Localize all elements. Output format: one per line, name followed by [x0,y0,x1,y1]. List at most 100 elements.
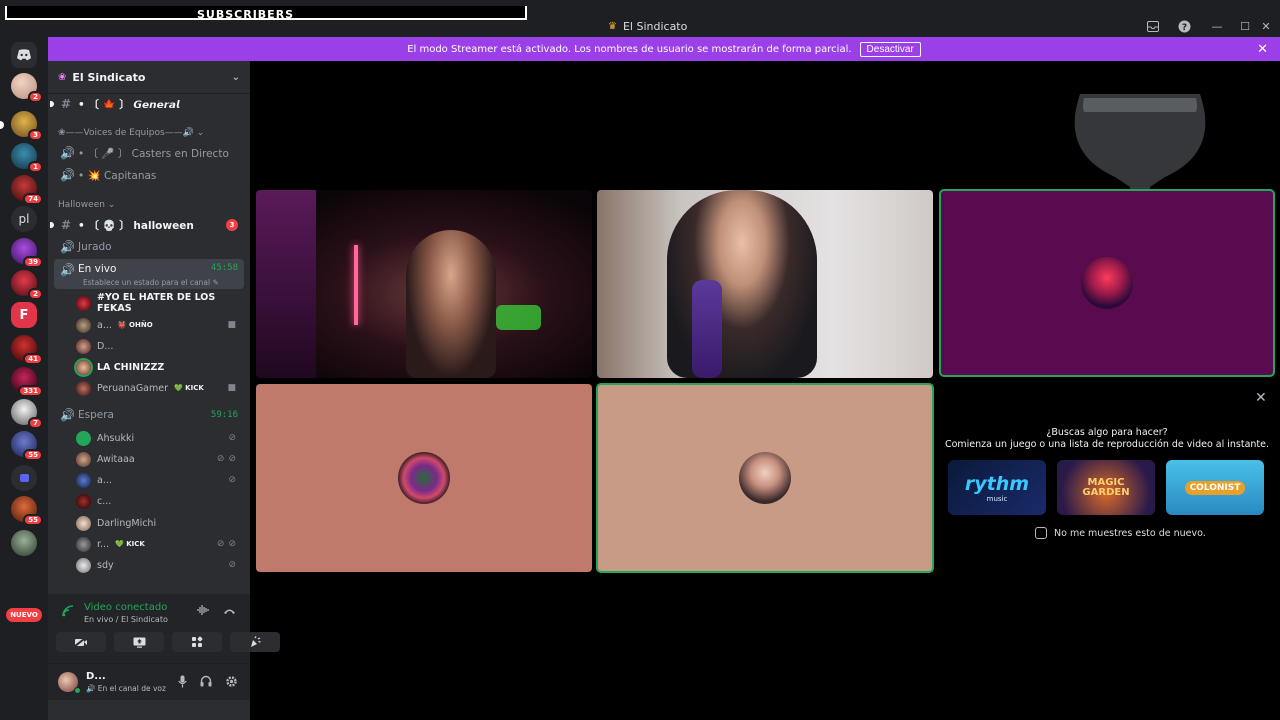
server-icon[interactable]: 74 [11,175,43,205]
video-tile[interactable] [256,384,592,572]
category-halloween[interactable]: Halloween ⌄ [58,200,115,210]
voice-channel-icon: 🔊 [60,168,75,182]
dont-show-again-checkbox[interactable]: No me muestres esto de nuevo. [1035,527,1206,539]
muted-mic-icon: ⊘ [228,433,236,443]
channel-capitanas[interactable]: 🔊 • 💥 Capitanas [54,165,244,185]
muted-mic-icon: ⊘ [228,475,236,485]
avatar [76,380,91,396]
video-tile[interactable] [597,190,933,378]
camera-off-button[interactable] [56,632,106,652]
help-icon[interactable]: ? [1176,18,1192,34]
voice-user[interactable]: c... [76,491,244,511]
folder-icon[interactable] [11,465,37,491]
settings-gear-icon[interactable] [225,675,238,691]
disable-streamer-mode-button[interactable]: Desactivar [859,41,921,57]
streamer-mode-message: El modo Streamer está activado. Los nomb… [407,43,852,55]
server-icon[interactable]: 41 [11,335,43,365]
new-badge[interactable]: NUEVO [6,608,42,622]
close-icon[interactable]: ✕ [1255,390,1267,406]
muted-mic-icon: ⊘ [216,539,225,549]
voice-user[interactable]: DarlingMichi [76,513,244,533]
channel-casters[interactable]: 🔊 • 〔 🎤 〕 Casters en Directo [54,143,244,163]
screen-share-button[interactable] [114,632,164,652]
server-icon[interactable]: 3 [0,111,43,141]
voice-user[interactable]: a... 👹 OHÑO ■ [76,315,244,335]
voice-user[interactable]: LA CHINIZZZ [76,357,244,377]
avatar [76,515,91,531]
server-icon[interactable]: 39 [11,238,43,268]
voice-user[interactable]: PeruanaGamer 💚 KICK ■ [76,378,244,398]
server-icon[interactable]: 2 [11,270,43,300]
video-tile[interactable] [596,383,934,573]
server-icon[interactable]: 55 [11,496,43,526]
activity-card-colonist[interactable]: COLONIST [1166,460,1264,515]
voice-status-title[interactable]: Video conectado [84,602,167,613]
signal-icon[interactable] [62,605,74,620]
server-icon[interactable]: 2 [11,73,43,103]
participant-avatar [1081,257,1133,309]
discord-home-icon[interactable] [11,42,37,68]
chevron-down-icon: ⌄ [231,71,240,83]
video-tile[interactable] [939,189,1275,377]
channel-general[interactable]: # • 〔 🍁 〕 𝙂𝙚𝙣𝙚𝙧𝙖𝙡 [50,94,244,114]
channel-status[interactable]: Establece un estado para el canal ✎ [83,278,219,287]
category-voices[interactable]: ❀——Voices de Equipos——🔊 ⌄ [58,128,204,138]
username[interactable]: D... [86,671,106,682]
video-tile[interactable] [256,190,592,378]
guild-header[interactable]: ❀ El Sindicato ⌄ [48,61,250,94]
channel-timer: 45:58 [210,263,238,273]
server-icon[interactable]: 55 [11,431,43,461]
server-icon[interactable]: 7 [11,399,43,429]
crown-icon: ♛ [608,21,617,32]
muted-mic-icon: ⊘ [216,454,225,464]
channel-en-vivo[interactable]: 🔊 En vivo 45:58 Establece un estado para… [54,259,244,289]
minimize-icon[interactable]: — [1209,18,1225,34]
participant-video [667,190,817,378]
neon-light [354,245,358,325]
text-channel-icon: # [60,97,72,111]
close-banner-icon[interactable]: ✕ [1257,42,1268,57]
server-icon[interactable]: 331 [11,367,43,397]
folder-glyph [19,474,29,482]
maximize-icon[interactable]: ☐ [1237,18,1253,34]
channel-halloween[interactable]: # • 〔 💀 〕 halloween 3 [50,215,244,235]
voice-status-subtitle[interactable]: En vivo / El Sindicato [84,615,168,624]
checkbox-icon[interactable] [1035,527,1047,539]
voice-user[interactable]: Awitaaa ⊘ ⊘ [76,449,244,469]
voice-channel-icon: 🔊 [60,408,75,422]
server-icon[interactable]: 1 [11,143,43,173]
server-icon[interactable] [11,530,37,556]
activity-card-magic-garden[interactable]: MAGIC GARDEN [1057,460,1155,515]
guild-boost-icon: ❀ [58,71,67,83]
channel-timer: 59:16 [210,410,238,420]
mention-badge: 3 [226,219,238,231]
inbox-icon[interactable] [1145,18,1161,34]
channel-jurado[interactable]: 🔊 Jurado [54,237,244,257]
noise-suppression-icon[interactable] [197,605,209,618]
avatar [76,557,91,573]
channel-espera[interactable]: 🔊 Espera 59:16 [54,405,244,425]
deafened-icon: ⊘ [228,454,236,464]
server-icon[interactable]: pl [11,206,37,232]
voice-user[interactable]: D... [76,336,244,356]
voice-user[interactable]: sdy ⊘ [76,555,244,575]
voice-user[interactable]: #YO EL HATER DE LOS FEKAS [76,292,244,314]
microphone-icon[interactable] [178,675,187,691]
svg-text:?: ? [1181,23,1186,33]
close-window-icon[interactable]: ✕ [1258,18,1274,34]
user-panel: D... 🔊 En el canal de voz [48,664,250,700]
soundboard-button[interactable] [230,632,280,652]
activities-button[interactable] [172,632,222,652]
disconnect-icon[interactable] [223,605,236,618]
voice-user[interactable]: Ahsukki ⊘ [76,428,244,448]
selected-indicator [0,121,4,129]
voice-user[interactable]: a... ⊘ [76,470,244,490]
text-channel-icon: # [60,218,72,232]
voice-user[interactable]: r... 💚 KICK ⊘ ⊘ [76,534,244,554]
activity-card-rythm[interactable]: rythm music [948,460,1046,515]
headphones-icon[interactable] [200,675,212,691]
server-icon[interactable]: F [11,302,37,328]
video-camera-icon: ■ [227,383,236,393]
hair-highlight [692,280,722,378]
title-bar: SUBSCRIBERS ♛ El Sindicato ? — ☐ ✕ [0,0,1280,37]
